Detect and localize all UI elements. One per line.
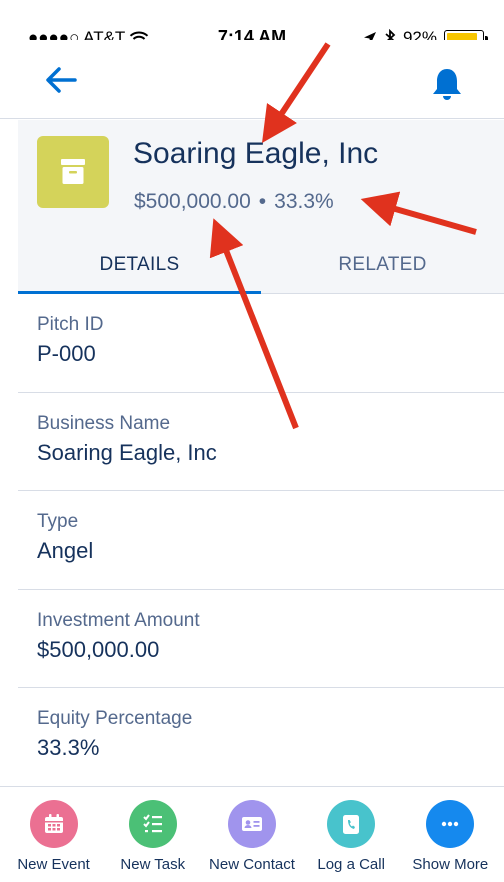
- action-circle: [227, 800, 276, 848]
- field-value: 33.3%: [37, 735, 100, 760]
- action-circle: [128, 800, 177, 848]
- record-tabs: DETAILS RELATED: [18, 236, 504, 294]
- field-value: Angel: [37, 538, 94, 563]
- new-contact-button[interactable]: New Contact: [204, 787, 300, 882]
- show-more-button[interactable]: Show More: [402, 787, 498, 882]
- record-percentage: 33.3%: [274, 190, 334, 213]
- tab-related[interactable]: RELATED: [261, 236, 504, 293]
- details-list: Pitch ID P-000 Business Name Soaring Eag…: [18, 294, 504, 787]
- field-value: P-000: [37, 341, 96, 366]
- field-equity-percentage: Equity Percentage 33.3%: [18, 688, 504, 787]
- tab-details[interactable]: DETAILS: [18, 236, 261, 294]
- more-icon: [442, 821, 459, 827]
- action-label: Log a Call: [317, 856, 385, 873]
- calendar-icon: [44, 814, 63, 833]
- field-investment-amount: Investment Amount $500,000.00: [18, 590, 504, 688]
- action-circle: [327, 800, 376, 848]
- field-label: Type: [37, 511, 79, 532]
- action-label: New Event: [17, 856, 90, 873]
- record-amount: $500,000.00: [134, 190, 251, 213]
- nav-bar: [0, 40, 504, 119]
- notifications-button[interactable]: [430, 66, 470, 106]
- action-circle: [29, 800, 78, 848]
- back-button[interactable]: [44, 65, 88, 109]
- field-label: Investment Amount: [37, 609, 200, 631]
- record-header: Soaring Eagle, Inc $500,000.00 • 33.3% DET…: [18, 120, 504, 294]
- archive-box-icon: [61, 159, 85, 184]
- action-label: New Contact: [209, 856, 295, 873]
- record-title: Soaring Eagle, Inc: [133, 137, 379, 170]
- field-pitch-id: Pitch ID P-000: [18, 294, 504, 393]
- log-a-call-button[interactable]: Log a Call: [303, 787, 399, 882]
- field-label: Equity Percentage: [37, 708, 193, 729]
- action-bar: New Event New Task New Contact Log a Cal…: [0, 786, 504, 882]
- field-type: Type Angel: [18, 491, 504, 590]
- action-label: Show More: [412, 856, 489, 873]
- new-event-button[interactable]: New Event: [6, 787, 102, 882]
- action-label: New Task: [120, 856, 186, 873]
- bell-icon: [433, 69, 461, 100]
- status-bar: ●●●●○ AT&T 7:14 AM 92%: [0, 0, 504, 47]
- field-label: Business Name: [37, 412, 171, 434]
- record-type-badge: [37, 136, 109, 208]
- record-subtitle: $500,000.00 • 33.3%: [134, 190, 334, 214]
- task-list-icon: [143, 814, 162, 833]
- arrow-left-icon: [46, 67, 77, 93]
- new-task-button[interactable]: New Task: [105, 787, 201, 882]
- separator-dot: •: [258, 190, 267, 213]
- field-label: Pitch ID: [37, 314, 104, 335]
- field-value: $500,000.00: [37, 636, 160, 662]
- contact-card-icon: [241, 817, 262, 831]
- action-circle: [426, 800, 475, 848]
- phone-log-icon: [343, 815, 360, 834]
- field-business-name: Business Name Soaring Eagle, Inc: [18, 393, 504, 491]
- field-value: Soaring Eagle, Inc: [37, 439, 217, 465]
